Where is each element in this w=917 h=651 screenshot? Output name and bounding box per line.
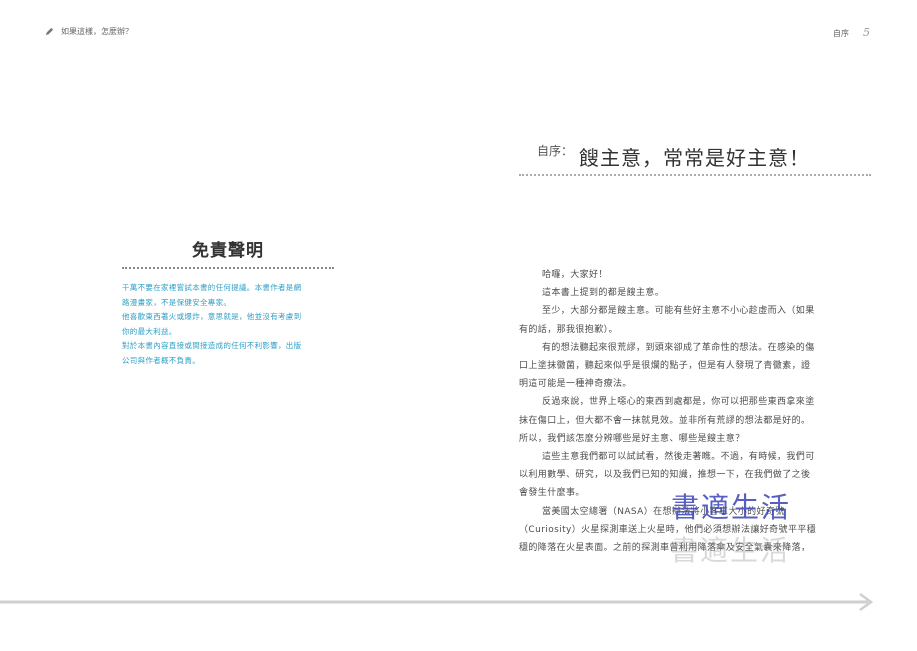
preface-line: 當美國太空總署（NASA）在想辦法將小客車大小的好奇號 <box>542 506 785 517</box>
disclaimer-text: 千萬不要在家裡嘗試本書的任何提議。本書作者是網 路漫畫家，不是保健安全專家。 他… <box>122 281 334 369</box>
preface-line: 口上塗抹黴菌，聽起來似乎是很爛的點子，但是有人發現了青黴素，證 <box>519 361 811 372</box>
preface-line: 以利用數學、研究，以及我們已知的知識，推想一下，在我們做了之後 <box>519 470 811 481</box>
disclaimer-line: 千萬不要在家裡嘗試本書的任何提議。本書作者是網 <box>122 283 302 292</box>
preface-line: 這些主意我們都可以試試看，然後走著瞧。不過，有時候，我們可 <box>542 452 815 463</box>
preface-line: 哈囉，大家好！ <box>542 270 608 280</box>
preface-line: 穩的降落在火星表面。之前的探測車曾利用降落傘及安全氣囊來降落， <box>519 543 811 554</box>
page-number: 5 <box>863 26 870 39</box>
running-header-left: 如果這樣，怎麼辦？ <box>45 26 133 37</box>
disclaimer-line: 公司與作者概不負責。 <box>122 355 200 365</box>
book-title: 如果這樣，怎麼辦？ <box>61 27 133 36</box>
preface-line: 明這可能是一種神奇療法。 <box>519 379 632 390</box>
disclaimer-line: 他喜歡東西著火或爆炸，意思就是，他並沒有考慮到 <box>122 312 302 322</box>
disclaimer-title: 免責聲明 <box>122 236 334 269</box>
preface-prefix: 自序： <box>537 144 574 158</box>
preface-line: 反過來說，世界上噁心的東西到處都是，你可以把那些東西拿來塗 <box>542 397 815 408</box>
preface-line: 會發生什麼事。 <box>519 488 585 499</box>
running-header-right: 自序 5 <box>833 26 870 39</box>
preface-title: 餿主意，常常是好主意！ <box>579 146 810 170</box>
disclaimer-block: 免責聲明 千萬不要在家裡嘗試本書的任何提議。本書作者是網 路漫畫家，不是保健安全… <box>122 236 334 369</box>
disclaimer-line: 路漫畫家，不是保健安全專家。 <box>122 297 232 307</box>
preface-line: 至少，大部分都是餿主意。可能有些好主意不小心趁虛而入（如果 <box>542 306 815 317</box>
preface-body: 哈囉，大家好！ 這本書上提到的都是餿主意。 至少，大部分都是餿主意。可能有些好主… <box>519 266 871 557</box>
chapter-name: 自序 <box>833 29 849 38</box>
pencil-icon <box>45 27 54 36</box>
disclaimer-line: 對於本書內容直接或間接造成的任何不利影響，出版 <box>122 341 302 351</box>
preface-line: 所以，我們該怎麼分辨哪些是好主意、哪些是餿主意？ <box>519 433 745 444</box>
next-page-arrow-icon <box>0 590 880 614</box>
disclaimer-line: 你的最大利益。 <box>122 326 177 336</box>
preface-line: 有的話，那我很抱歉）。 <box>519 324 618 335</box>
preface-line: 有的想法聽起來很荒謬，到頭來卻成了革命性的想法。在感染的傷 <box>542 342 815 353</box>
preface-line: 抹在傷口上，但大都不會一抹就見效。並非所有荒謬的想法都是好的。 <box>519 415 811 426</box>
preface-line: 這本書上提到的都是餿主意。 <box>542 288 665 299</box>
preface-heading: 自序： 餿主意，常常是好主意！ <box>519 138 871 176</box>
preface-line: （Curiosity）火星探測車送上火星時，他們必須想辦法讓好奇號平平穩 <box>519 524 817 535</box>
